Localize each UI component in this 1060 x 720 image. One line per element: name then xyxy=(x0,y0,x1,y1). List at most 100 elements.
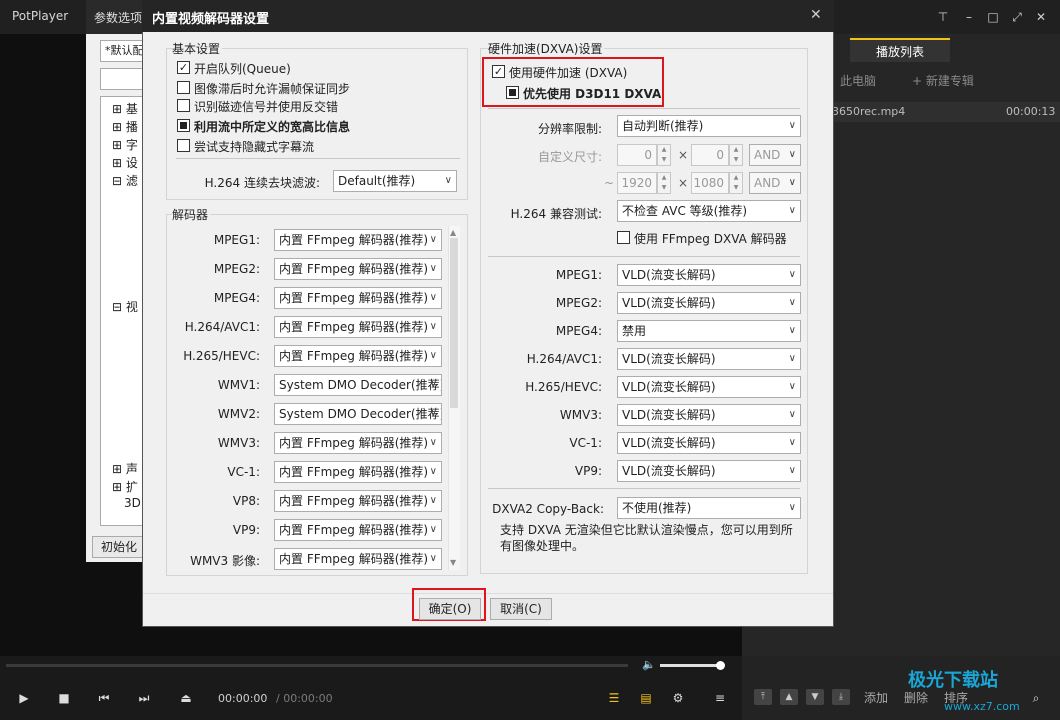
tree-item[interactable]: 3D xyxy=(124,496,141,510)
volume-slider[interactable] xyxy=(660,664,720,667)
decoder-select[interactable]: 内置 FFmpeg 解码器(推荐) ∨ xyxy=(274,345,442,367)
add-button[interactable]: 添加 xyxy=(864,689,888,706)
hw-codec-select[interactable]: VLD(流变长解码) ∨ xyxy=(617,404,801,426)
closed-caption-checkbox[interactable] xyxy=(177,139,190,152)
min-height-spinner[interactable]: ▲ ▼ xyxy=(729,144,743,166)
min-width-input[interactable]: 0 xyxy=(617,144,657,166)
tree-item[interactable]: ⊞ 基 xyxy=(112,100,138,117)
deblock-filter-select[interactable]: Default(推荐) ∨ xyxy=(333,170,457,192)
pin-icon[interactable]: ⊤ xyxy=(934,8,952,26)
previous-icon[interactable]: ⏮ xyxy=(94,688,114,708)
hw-codec-select-value: 禁用 xyxy=(622,324,647,338)
max-height-spinner[interactable]: ▲ ▼ xyxy=(729,172,743,194)
minimize-icon[interactable]: – xyxy=(960,8,978,26)
dialog-close-icon[interactable]: ✕ xyxy=(810,7,822,23)
ok-button[interactable]: 确定(O) xyxy=(419,598,481,620)
hw-codec-select[interactable]: VLD(流变长解码) ∨ xyxy=(617,432,801,454)
tree-item[interactable]: ⊞ 声 xyxy=(112,460,138,477)
hw-codec-select[interactable]: VLD(流变长解码) ∨ xyxy=(617,264,801,286)
chevron-down-icon: ∨ xyxy=(429,263,437,274)
close-icon[interactable]: ✕ xyxy=(1032,8,1050,26)
hw-codec-select[interactable]: VLD(流变长解码) ∨ xyxy=(617,292,801,314)
tree-item[interactable]: ⊞ 扩 xyxy=(112,478,138,495)
restore-icon[interactable]: ⤢ xyxy=(1008,8,1026,26)
decoder-select[interactable]: 内置 FFmpeg 解码器(推荐) ∨ xyxy=(274,432,442,454)
decoder-select[interactable]: 内置 FFmpeg 解码器(推荐) ∨ xyxy=(274,461,442,483)
min-width-spinner[interactable]: ▲ ▼ xyxy=(657,144,671,166)
max-width-spinner[interactable]: ▲ ▼ xyxy=(657,172,671,194)
decoder-select[interactable]: System DMO Decoder(推荐) ∨ xyxy=(274,403,442,425)
profile-select[interactable]: *默认配 xyxy=(100,40,146,62)
move-up-icon[interactable]: ▲ xyxy=(780,689,798,705)
tree-item[interactable]: ⊞ 播 xyxy=(112,118,138,135)
scroll-up-icon[interactable]: ▲ xyxy=(450,228,456,237)
copyback-select[interactable]: 不使用(推荐) ∨ xyxy=(617,497,801,519)
hw-codec-select[interactable]: VLD(流变长解码) ∨ xyxy=(617,376,801,398)
move-down-icon[interactable]: ▼ xyxy=(806,689,824,705)
this-pc-link[interactable]: 此电脑 xyxy=(840,70,876,92)
app-title[interactable]: PotPlayer xyxy=(12,9,68,23)
chevron-down-icon: ∨ xyxy=(429,292,437,303)
max-logic-select[interactable]: AND ∨ xyxy=(749,172,801,194)
decoder-select-value: 内置 FFmpeg 解码器(推荐) xyxy=(279,233,429,247)
volume-icon[interactable]: 🔈 xyxy=(642,658,656,671)
drop-frames-checkbox[interactable] xyxy=(177,81,190,94)
ffmpeg-dxva-checkbox[interactable] xyxy=(617,231,630,244)
decoder-select[interactable]: 内置 FFmpeg 解码器(推荐) ∨ xyxy=(274,229,442,251)
hw-codec-select[interactable]: VLD(流变长解码) ∨ xyxy=(617,460,801,482)
decoder-select[interactable]: 内置 FFmpeg 解码器(推荐) ∨ xyxy=(274,519,442,541)
decoder-select[interactable]: 内置 FFmpeg 解码器(推荐) ∨ xyxy=(274,490,442,512)
decoder-select[interactable]: 内置 FFmpeg 解码器(推荐) ∨ xyxy=(274,287,442,309)
hw-codec-select[interactable]: VLD(流变长解码) ∨ xyxy=(617,348,801,370)
cancel-button[interactable]: 取消(C) xyxy=(490,598,552,620)
eject-icon[interactable]: ⏏ xyxy=(176,688,196,708)
chevron-down-icon: ∨ xyxy=(429,350,437,361)
decoder-select[interactable]: 内置 FFmpeg 解码器(推荐) ∨ xyxy=(274,316,442,338)
decoder-select-value: System DMO Decoder(推荐) xyxy=(279,407,442,421)
reset-button[interactable]: 初始化 xyxy=(92,536,146,558)
tree-item[interactable]: ⊞ 字 xyxy=(112,136,138,153)
next-icon[interactable]: ⏭ xyxy=(134,688,154,708)
scrollbar-thumb[interactable] xyxy=(450,238,458,408)
max-width-input[interactable]: 1920 xyxy=(617,172,657,194)
menu-icon[interactable]: ≡ xyxy=(710,688,730,708)
preferences-search-input[interactable] xyxy=(100,68,146,90)
decoder-select[interactable]: 内置 FFmpeg 解码器(推荐) ∨ xyxy=(274,258,442,280)
playlist-search-icon[interactable]: ☰ xyxy=(604,688,624,708)
resolution-limit-select[interactable]: 自动判断(推荐) ∨ xyxy=(617,115,801,137)
tree-item[interactable]: ⊞ 设 xyxy=(112,154,138,171)
volume-knob[interactable] xyxy=(716,661,725,670)
deinterlace-checkbox[interactable] xyxy=(177,99,190,112)
scroll-down-icon[interactable]: ▼ xyxy=(450,558,456,567)
seek-bar[interactable] xyxy=(6,664,628,667)
tree-item[interactable]: ⊟ 滤 xyxy=(112,172,138,189)
d3d11-checkbox[interactable] xyxy=(506,86,519,99)
tree-item[interactable]: ⊟ 视 xyxy=(112,298,138,315)
maximize-icon[interactable]: □ xyxy=(984,8,1002,26)
decoder-select[interactable]: System DMO Decoder(推荐) ∨ xyxy=(274,374,442,396)
new-album-button[interactable]: + 新建专辑 xyxy=(912,70,974,92)
decoder-select[interactable]: 内置 FFmpeg 解码器(推荐) ∨ xyxy=(274,548,442,570)
move-top-icon[interactable]: ⤒ xyxy=(754,689,772,705)
tab-playlist[interactable]: 播放列表 xyxy=(850,38,950,62)
queue-checkbox[interactable]: ✓ xyxy=(177,61,190,74)
chevron-down-icon: ∨ xyxy=(429,321,437,332)
settings-gear-icon[interactable]: ⚙ xyxy=(668,688,688,708)
hw-codec-select[interactable]: 禁用 ∨ xyxy=(617,320,801,342)
decoder-name: MPEG4: xyxy=(213,291,260,305)
hw-accel-label-text: 使用硬件加速 (DXVA) xyxy=(509,66,628,80)
decoder-name: VP9: xyxy=(232,523,260,537)
subtitle-icon[interactable]: ▤ xyxy=(636,688,656,708)
min-height-input[interactable]: 0 xyxy=(691,144,729,166)
search-icon[interactable]: ⌕ xyxy=(1026,688,1046,708)
max-height-input[interactable]: 1080 xyxy=(691,172,729,194)
play-icon[interactable]: ▶ xyxy=(14,688,34,708)
move-bottom-icon[interactable]: ⤓ xyxy=(832,689,850,705)
decoder-name: WMV3 影像: xyxy=(190,554,260,568)
min-logic-select[interactable]: AND ∨ xyxy=(749,144,801,166)
aspect-ratio-checkbox[interactable] xyxy=(177,119,190,132)
stop-icon[interactable]: ■ xyxy=(54,688,74,708)
h264-compat-select[interactable]: 不检查 AVC 等级(推荐) ∨ xyxy=(617,200,801,222)
hw-accel-checkbox[interactable]: ✓ xyxy=(492,65,505,78)
decoder-name: MPEG1: xyxy=(213,233,260,247)
